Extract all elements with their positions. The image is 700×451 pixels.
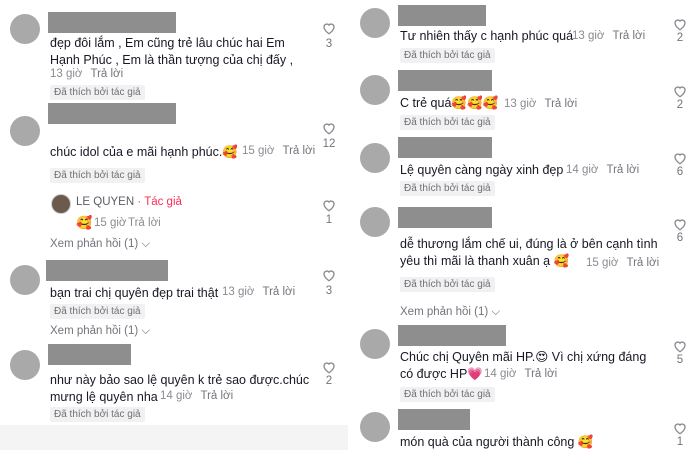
view-replies-link[interactable]: Xem phản hồi (1) ⌵ xyxy=(50,238,150,251)
comment-text: Tư nhiên thấy c hạnh phúc quá xyxy=(400,29,574,43)
comments-column-right: Tư nhiên thấy c hạnh phúc quá 13 giờ Trả … xyxy=(352,0,700,450)
reply-time: 15 giờ xyxy=(94,217,127,229)
username-redacted[interactable] xyxy=(48,344,131,365)
comment-time: 13 giờ xyxy=(50,68,83,80)
chevron-down-icon: ⌵ xyxy=(141,325,151,337)
reply-button[interactable]: Trả lời xyxy=(524,368,557,380)
reply-button[interactable]: Trả lời xyxy=(282,145,315,157)
liked-by-author-badge: Đã thích bởi tác giả xyxy=(50,407,145,422)
liked-by-author-badge: Đã thích bởi tác giả xyxy=(400,277,495,292)
reply-button[interactable]: Trả lời xyxy=(612,30,645,42)
heart-outline-icon[interactable] xyxy=(672,216,688,232)
gap-area xyxy=(0,425,348,450)
comment-time: 13 giờ xyxy=(504,98,537,110)
like-count: 2 xyxy=(676,99,684,111)
liked-by-author-badge: Đã thích bởi tác giả xyxy=(50,304,145,319)
heart-outline-icon[interactable] xyxy=(672,83,688,99)
heart-outline-icon[interactable] xyxy=(321,267,337,283)
chevron-down-icon: ⌵ xyxy=(491,306,501,318)
username-redacted[interactable] xyxy=(46,260,168,281)
liked-by-author-badge: Đã thích bởi tác giả xyxy=(400,181,495,196)
view-replies-link[interactable]: Xem phản hồi (1) ⌵ xyxy=(50,325,150,338)
liked-by-author-badge: Đã thích bởi tác giả xyxy=(50,168,145,183)
like-count: 6 xyxy=(676,166,684,178)
like-count: 2 xyxy=(325,375,333,387)
comment-meta: 13 giờ Trả lời xyxy=(572,30,645,42)
reply-button[interactable]: Trả lời xyxy=(200,390,233,402)
comment-text: bạn trai chị quyên đẹp trai thật xyxy=(50,286,219,300)
comment-text: món quà của người thành công 🥰 xyxy=(400,435,594,449)
reply-author[interactable]: LE QUYEN · Tác giả xyxy=(76,196,182,208)
like-count: 12 xyxy=(322,138,336,150)
heart-outline-icon[interactable] xyxy=(321,120,337,136)
heart-outline-icon[interactable] xyxy=(321,197,337,213)
comment-time: 14 giờ xyxy=(566,164,599,176)
username-redacted[interactable] xyxy=(398,5,486,26)
liked-by-author-badge: Đã thích bởi tác giả xyxy=(400,387,495,402)
liked-by-author-badge: Đã thích bởi tác giả xyxy=(50,85,145,100)
reply-button[interactable]: Trả lời xyxy=(262,286,295,298)
reply-button[interactable]: Trả lời xyxy=(626,257,659,269)
liked-by-author-badge: Đã thích bởi tác giả xyxy=(400,115,495,130)
like-count: 1 xyxy=(325,214,333,226)
like-count: 3 xyxy=(325,38,333,50)
like-count: 1 xyxy=(676,436,684,448)
comment-meta: 13 giờ Trả lời xyxy=(504,98,577,110)
reply-button[interactable]: Trả lời xyxy=(544,98,577,110)
avatar[interactable] xyxy=(10,350,40,380)
like-count: 6 xyxy=(676,232,684,244)
avatar[interactable] xyxy=(10,265,40,295)
username-redacted[interactable] xyxy=(398,325,506,346)
reply-text: 🥰 xyxy=(76,215,93,230)
comment-meta: 13 giờ Trả lời xyxy=(50,68,123,80)
username-redacted[interactable] xyxy=(398,70,492,91)
avatar[interactable] xyxy=(360,207,390,237)
heart-outline-icon[interactable] xyxy=(672,150,688,166)
comment-time: 14 giờ xyxy=(160,390,193,402)
view-replies-link[interactable]: Xem phản hồi (1) ⌵ xyxy=(400,306,500,319)
like-count: 5 xyxy=(676,354,684,366)
reply-button[interactable]: Trả lời xyxy=(90,68,123,80)
reply-button[interactable]: Trả lời xyxy=(606,164,639,176)
comment-meta: 15 giờ Trả lời xyxy=(242,145,315,157)
comment-meta: 15 giờ Trả lời xyxy=(586,257,659,269)
author-avatar[interactable] xyxy=(51,194,71,214)
comment-meta: 14 giờ Trả lời xyxy=(566,164,639,176)
like-count: 3 xyxy=(325,285,333,297)
reply-button[interactable]: Trả lời xyxy=(128,217,161,229)
comment-meta: 13 giờ Trả lời xyxy=(222,286,295,298)
avatar[interactable] xyxy=(360,412,390,442)
comment-meta: 14 giờ Trả lời xyxy=(484,368,557,380)
comment-time: 13 giờ xyxy=(572,30,605,42)
comment-time: 15 giờ xyxy=(242,145,275,157)
comment-time: 15 giờ xyxy=(586,257,619,269)
avatar[interactable] xyxy=(10,14,40,44)
avatar[interactable] xyxy=(360,8,390,38)
username-redacted[interactable] xyxy=(398,409,470,430)
comment-time: 14 giờ xyxy=(484,368,517,380)
reply-meta: 15 giờ xyxy=(94,217,126,229)
comment-meta: 14 giờ Trả lời xyxy=(160,390,233,402)
chevron-down-icon: ⌵ xyxy=(141,238,151,250)
avatar[interactable] xyxy=(360,143,390,173)
username-redacted[interactable] xyxy=(48,103,176,124)
comment-text: đẹp đôi lắm , Em cũng trẻ lâu chúc hai E… xyxy=(50,36,294,67)
heart-outline-icon[interactable] xyxy=(321,20,337,36)
avatar[interactable] xyxy=(360,75,390,105)
liked-by-author-badge: Đã thích bởi tác giả xyxy=(400,48,495,63)
like-count: 2 xyxy=(676,32,684,44)
heart-outline-icon[interactable] xyxy=(672,16,688,32)
comment-time: 13 giờ xyxy=(222,286,255,298)
avatar[interactable] xyxy=(10,116,40,146)
username-redacted[interactable] xyxy=(398,207,492,228)
comment-text: C trẻ quá🥰🥰🥰 xyxy=(400,96,499,110)
heart-outline-icon[interactable] xyxy=(321,359,337,375)
heart-outline-icon[interactable] xyxy=(672,420,688,436)
heart-outline-icon[interactable] xyxy=(672,338,688,354)
avatar[interactable] xyxy=(360,329,390,359)
comments-column-left: đẹp đôi lắm , Em cũng trẻ lâu chúc hai E… xyxy=(0,0,348,425)
username-redacted[interactable] xyxy=(48,12,176,33)
comment-text: Lệ quyên càng ngày xinh đẹp xyxy=(400,163,564,177)
username-redacted[interactable] xyxy=(398,137,492,158)
